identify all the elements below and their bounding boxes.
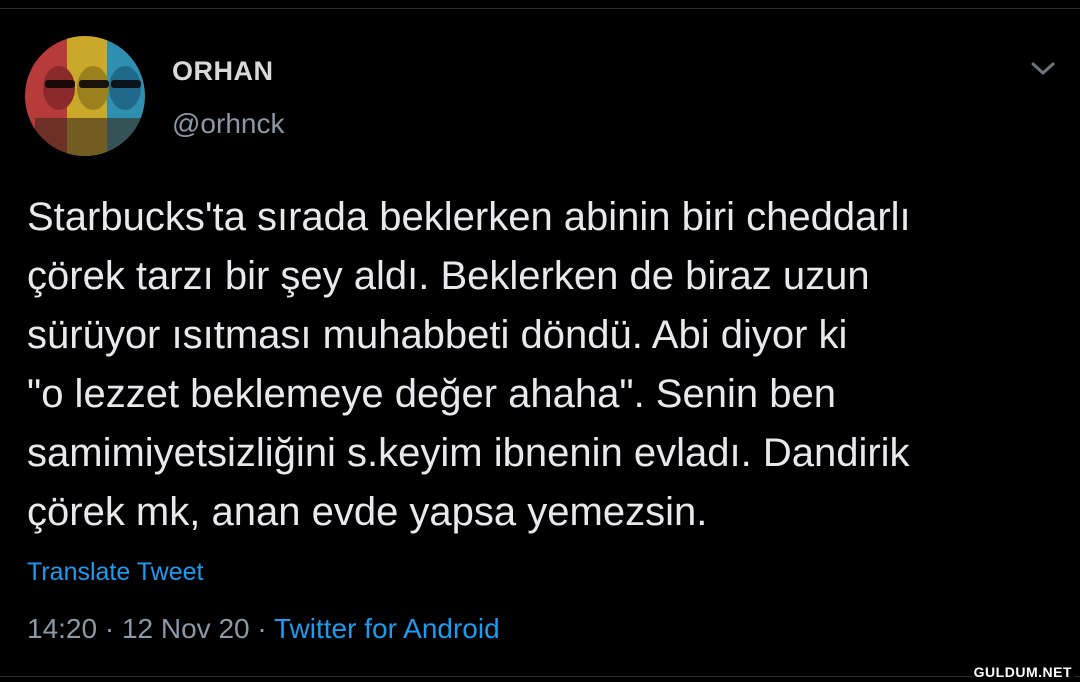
watermark: GULDUM.NET bbox=[971, 664, 1074, 680]
tweet-text: Starbucks'ta sırada beklerken abinin bir… bbox=[27, 188, 1057, 542]
tweet-date: 12 Nov 20 bbox=[121, 613, 250, 644]
tweet-text-line: çörek tarzı bir şey aldı. Beklerken de b… bbox=[27, 254, 870, 298]
tweet-screen: ORHAN @orhnck Starbucks'ta sırada bekler… bbox=[0, 0, 1080, 682]
translate-tweet-link[interactable]: Translate Tweet bbox=[27, 558, 203, 587]
tweet-text-line: çörek mk, anan evde yapsa yemezsin. bbox=[27, 490, 708, 534]
tweet-text-line: sürüyor ısıtması muhabbeti döndü. Abi di… bbox=[27, 313, 848, 357]
tweet-source-link[interactable]: Twitter for Android bbox=[274, 613, 500, 644]
tweet-time: 14:20 bbox=[27, 613, 98, 644]
user-handle[interactable]: @orhnck bbox=[172, 108, 284, 140]
meta-separator: · bbox=[104, 613, 115, 644]
avatar[interactable] bbox=[25, 36, 145, 156]
tweet-text-line: Starbucks'ta sırada beklerken abinin bir… bbox=[27, 195, 911, 239]
chevron-down-icon[interactable] bbox=[1026, 56, 1060, 82]
bottom-divider bbox=[0, 676, 1080, 677]
tweet-text-line: samimiyetsizliğini s.keyim ibnenin evlad… bbox=[27, 431, 910, 475]
tweet-meta: 14:20 · 12 Nov 20 · Twitter for Android bbox=[27, 613, 500, 645]
display-name[interactable]: ORHAN bbox=[172, 56, 274, 87]
tweet-text-line: "o lezzet beklemeye değer ahaha". Senin … bbox=[27, 372, 836, 416]
meta-separator: · bbox=[257, 613, 267, 644]
top-divider bbox=[0, 8, 1080, 9]
avatar-image bbox=[25, 36, 145, 156]
